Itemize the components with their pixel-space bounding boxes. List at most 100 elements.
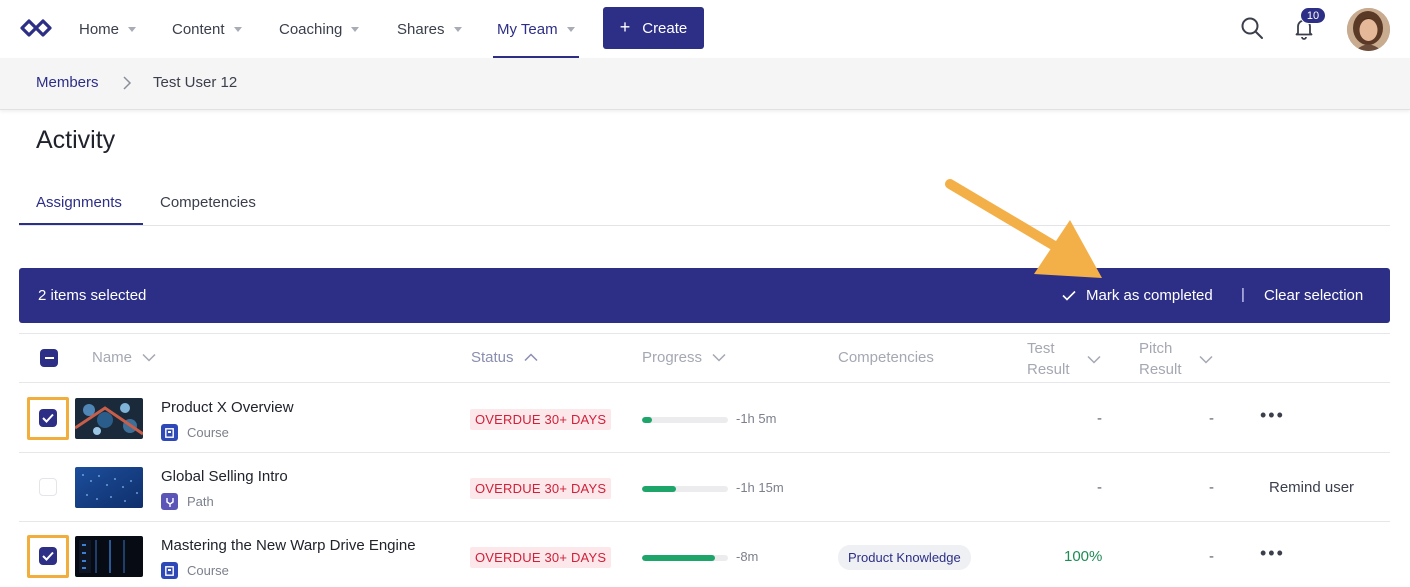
assignment-type-label: Course xyxy=(187,563,229,578)
header-name[interactable]: Name xyxy=(92,349,156,366)
create-button[interactable]: + Create xyxy=(603,7,704,49)
row-checkbox[interactable] xyxy=(39,547,57,565)
table-row[interactable]: Mastering the New Warp Drive Engine Cour… xyxy=(19,522,1390,587)
nav-home[interactable]: Home xyxy=(79,0,137,58)
pitch-result: - xyxy=(1209,479,1214,496)
status-badge: OVERDUE 30+ DAYS xyxy=(470,478,612,499)
status-badge: OVERDUE 30+ DAYS xyxy=(470,547,612,568)
progress-bar xyxy=(642,417,728,423)
selection-bar: 2 items selected Mark as completed | Cle… xyxy=(19,268,1390,323)
nav-my-team[interactable]: My Team xyxy=(493,0,579,58)
select-all-checkbox[interactable] xyxy=(40,349,58,367)
header-test-result-label: Test Result xyxy=(1027,338,1070,380)
check-icon xyxy=(42,551,54,561)
header-pitch-result[interactable]: Pitch Result xyxy=(1139,338,1213,380)
tabs-divider xyxy=(19,225,1390,226)
nav-content-label: Content xyxy=(172,20,225,38)
plus-icon: + xyxy=(619,17,631,37)
tab-competencies[interactable]: Competencies xyxy=(160,194,256,211)
header-competencies-label: Competencies xyxy=(838,349,934,366)
chevron-down-icon xyxy=(1199,355,1213,364)
selection-divider: | xyxy=(1241,286,1245,303)
page-title: Activity xyxy=(36,126,116,154)
test-result: - xyxy=(1097,410,1102,427)
breadcrumb-current: Test User 12 xyxy=(153,74,238,91)
competency-chip[interactable]: Product Knowledge xyxy=(838,545,971,570)
mark-completed-button[interactable]: Mark as completed xyxy=(1062,287,1213,304)
thumbnail[interactable] xyxy=(75,536,143,577)
thumbnail-image xyxy=(75,467,143,508)
tab-assignments[interactable]: Assignments xyxy=(36,194,122,211)
header-progress-label: Progress xyxy=(642,349,703,366)
nav-coaching[interactable]: Coaching xyxy=(279,0,360,58)
nav-shares[interactable]: Shares xyxy=(397,0,462,58)
test-result: 100% xyxy=(1064,548,1103,565)
row-checkbox[interactable] xyxy=(39,478,57,496)
create-button-label: Create xyxy=(642,19,688,37)
progress-time: -8m xyxy=(736,549,759,564)
status-badge: OVERDUE 30+ DAYS xyxy=(470,409,612,430)
pitch-result: - xyxy=(1209,548,1214,565)
chevron-up-icon xyxy=(524,353,538,362)
row-checkbox[interactable] xyxy=(39,409,57,427)
header-pitch-result-line1: Pitch xyxy=(1139,340,1173,357)
assignment-title[interactable]: Mastering the New Warp Drive Engine xyxy=(161,537,416,554)
progress-fill xyxy=(642,417,653,423)
table-row[interactable]: Global Selling Intro Path OVERDUE 30+ DA… xyxy=(19,453,1390,522)
header-test-result-line1: Test xyxy=(1027,340,1055,357)
progress-fill xyxy=(642,555,716,561)
progress-bar xyxy=(642,555,728,561)
nav-shares-label: Shares xyxy=(397,20,445,38)
header-name-label: Name xyxy=(92,349,133,366)
assignment-type: Path xyxy=(161,493,214,510)
assignment-type-label: Path xyxy=(187,494,214,509)
clear-selection-button[interactable]: Clear selection xyxy=(1264,287,1363,304)
caret-down-icon xyxy=(351,26,360,32)
assignment-title[interactable]: Product X Overview xyxy=(161,399,294,416)
caret-down-icon xyxy=(453,26,462,32)
nav-content[interactable]: Content xyxy=(172,0,242,58)
assignment-type: Course xyxy=(161,562,229,579)
mark-completed-label: Mark as completed xyxy=(1086,287,1213,304)
search-icon[interactable] xyxy=(1240,16,1264,40)
caret-down-icon xyxy=(128,26,137,32)
check-icon xyxy=(42,413,54,423)
header-pitch-result-line2: Result xyxy=(1139,361,1182,378)
avatar[interactable] xyxy=(1347,8,1390,51)
test-result: - xyxy=(1097,479,1102,496)
path-icon xyxy=(161,493,178,510)
table-row[interactable]: Product X Overview Course OVERDUE 30+ DA… xyxy=(19,384,1390,453)
remind-user-button[interactable]: Remind user xyxy=(1269,479,1354,496)
assignment-type-label: Course xyxy=(187,425,229,440)
check-icon xyxy=(1062,290,1076,301)
logo-icon[interactable] xyxy=(18,17,54,39)
top-nav: Home Content Coaching Shares My Team + C… xyxy=(0,0,1410,58)
chevron-down-icon xyxy=(712,353,726,362)
thumbnail-image xyxy=(75,398,143,439)
course-icon xyxy=(161,424,178,441)
more-options-button[interactable]: ••• xyxy=(1260,405,1285,426)
breadcrumb: Members Test User 12 xyxy=(0,58,1410,110)
nav-home-label: Home xyxy=(79,20,120,38)
nav-my-team-label: My Team xyxy=(497,20,558,38)
chevron-right-icon xyxy=(123,76,132,90)
thumbnail[interactable] xyxy=(75,398,143,439)
header-competencies: Competencies xyxy=(838,349,934,366)
header-progress[interactable]: Progress xyxy=(642,349,726,366)
avatar-image xyxy=(1347,8,1390,51)
chevron-down-icon xyxy=(1087,355,1101,364)
header-test-result[interactable]: Test Result xyxy=(1027,338,1101,380)
caret-down-icon xyxy=(233,26,242,32)
header-pitch-result-label: Pitch Result xyxy=(1139,338,1182,380)
assignment-type: Course xyxy=(161,424,229,441)
progress-time: -1h 5m xyxy=(736,411,777,426)
progress-bar xyxy=(642,486,728,492)
progress-fill xyxy=(642,486,677,492)
breadcrumb-members-link[interactable]: Members xyxy=(36,74,99,91)
thumbnail[interactable] xyxy=(75,467,143,508)
header-status-label: Status xyxy=(471,349,514,366)
chevron-down-icon xyxy=(142,353,156,362)
more-options-button[interactable]: ••• xyxy=(1260,543,1285,564)
header-status[interactable]: Status xyxy=(471,349,538,366)
assignment-title[interactable]: Global Selling Intro xyxy=(161,468,288,485)
